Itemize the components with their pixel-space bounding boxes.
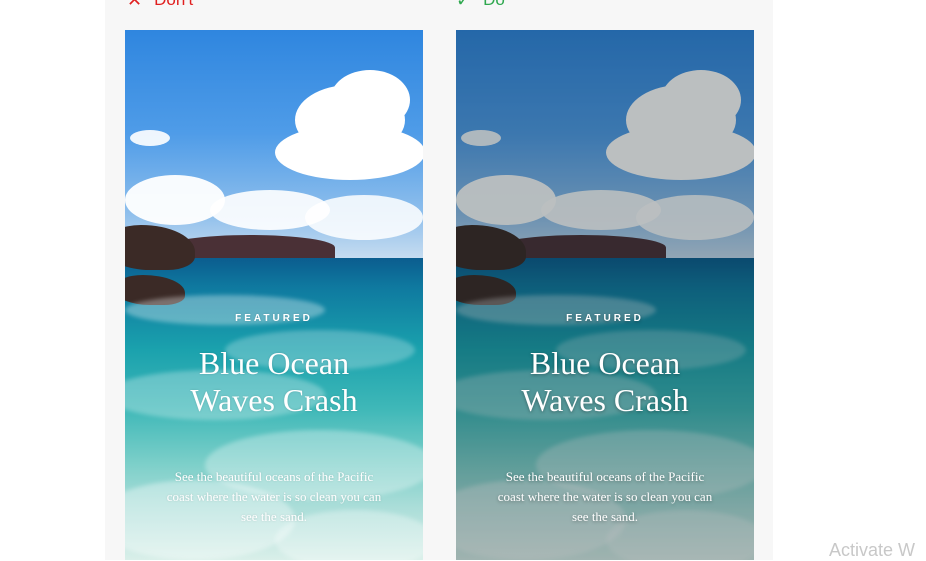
eyebrow-label: FEATURED	[235, 313, 313, 324]
card-title-line-1: Blue Ocean	[198, 345, 350, 381]
card-description: See the beautiful oceans of the Pacific …	[166, 469, 382, 524]
dont-example-card: FEATURED Blue Ocean Waves Crash See the …	[125, 30, 423, 560]
dont-label: ✕ Don't	[127, 0, 193, 10]
card-content: FEATURED Blue Ocean Waves Crash See the …	[125, 30, 423, 560]
card-content: FEATURED Blue Ocean Waves Crash See the …	[456, 30, 754, 560]
card-title-line-2: Waves Crash	[190, 382, 358, 418]
card-title: Blue Ocean Waves Crash	[456, 345, 754, 419]
do-label-text: Do	[483, 0, 505, 10]
check-icon: ✓	[456, 0, 472, 10]
do-label: ✓ Do	[456, 0, 505, 10]
eyebrow-label: FEATURED	[566, 313, 644, 324]
activation-watermark: Activate W	[829, 540, 916, 560]
card-title: Blue Ocean Waves Crash	[125, 345, 423, 419]
do-example-card: FEATURED Blue Ocean Waves Crash See the …	[456, 30, 754, 560]
close-icon: ✕	[127, 0, 143, 10]
dont-label-text: Don't	[154, 0, 193, 10]
card-description: See the beautiful oceans of the Pacific …	[497, 469, 713, 524]
card-title-line-1: Blue Ocean	[529, 345, 681, 381]
card-title-line-2: Waves Crash	[521, 382, 689, 418]
